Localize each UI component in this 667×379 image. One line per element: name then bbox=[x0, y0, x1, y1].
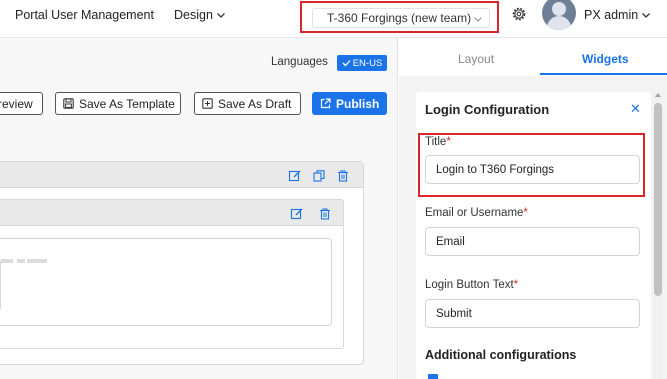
widget-container[interactable] bbox=[0, 199, 344, 349]
chevron-down-icon bbox=[474, 17, 482, 22]
login-widget-preview[interactable] bbox=[0, 238, 332, 326]
design-canvas: Languages EN-US review Save As Template … bbox=[0, 38, 398, 379]
save-as-template-button[interactable]: Save As Template bbox=[55, 92, 181, 115]
nav-portal-user-management[interactable]: Portal User Management bbox=[15, 8, 154, 22]
close-icon[interactable]: ✕ bbox=[630, 101, 641, 117]
panel-tabs: Layout Widgets bbox=[399, 38, 667, 76]
title-input-value: Login to T360 Forgings bbox=[436, 163, 555, 176]
publish-icon bbox=[320, 98, 331, 109]
trash-icon[interactable] bbox=[336, 169, 350, 183]
placeholder-line bbox=[27, 259, 47, 263]
language-badge-label: EN-US bbox=[352, 57, 383, 69]
email-field-label: Email or Username* bbox=[425, 207, 528, 219]
team-select[interactable]: T-360 Forgings (new team) bbox=[312, 8, 490, 28]
nav-design-label: Design bbox=[174, 8, 213, 22]
layout-container[interactable] bbox=[0, 161, 364, 365]
draft-icon bbox=[202, 98, 213, 109]
email-input[interactable]: Email bbox=[425, 227, 640, 256]
checkbox[interactable] bbox=[428, 374, 438, 379]
placeholder-block bbox=[0, 261, 1, 309]
publish-button-label: Publish bbox=[336, 96, 380, 111]
widget-container-header bbox=[0, 200, 343, 226]
additional-configurations-title: Additional configurations bbox=[425, 348, 577, 362]
save-as-draft-label: Save As Draft bbox=[218, 96, 292, 111]
scroll-up-arrow-icon[interactable] bbox=[655, 93, 661, 97]
login-button-text-label: Login Button Text* bbox=[425, 279, 519, 291]
language-badge[interactable]: EN-US bbox=[337, 55, 387, 71]
title-input[interactable]: Login to T360 Forgings bbox=[425, 155, 640, 184]
save-icon bbox=[63, 98, 74, 109]
publish-button[interactable]: Publish bbox=[312, 92, 387, 115]
trash-icon[interactable] bbox=[318, 207, 332, 221]
avatar[interactable] bbox=[542, 0, 576, 30]
preview-button-label: review bbox=[0, 96, 33, 111]
placeholder-line bbox=[17, 259, 25, 263]
title-field-label: Title* bbox=[425, 136, 451, 148]
chevron-down-icon bbox=[642, 13, 651, 18]
copy-icon[interactable] bbox=[312, 169, 326, 183]
login-button-text-input[interactable]: Submit bbox=[425, 299, 640, 328]
chevron-down-icon bbox=[216, 13, 225, 18]
placeholder-line bbox=[1, 259, 13, 263]
save-as-template-label: Save As Template bbox=[79, 96, 175, 111]
check-icon bbox=[342, 60, 351, 67]
tab-layout[interactable]: Layout bbox=[458, 52, 494, 66]
nav-portal-user-management-label: Portal User Management bbox=[15, 8, 154, 22]
preview-button[interactable]: review bbox=[0, 92, 43, 115]
tab-widgets[interactable]: Widgets bbox=[582, 52, 629, 66]
nav-design-menu[interactable]: Design bbox=[174, 8, 226, 22]
languages-label: Languages bbox=[271, 56, 328, 68]
team-select-highlight: T-360 Forgings (new team) bbox=[300, 1, 499, 33]
email-input-value: Email bbox=[436, 235, 465, 248]
edit-icon[interactable] bbox=[290, 207, 304, 221]
user-name: PX admin bbox=[584, 8, 639, 22]
team-select-value: T-360 Forgings (new team) bbox=[327, 11, 472, 25]
top-header: Portal User Management Design T-360 Forg… bbox=[0, 0, 667, 38]
card-title: Login Configuration bbox=[425, 102, 550, 117]
save-as-draft-button[interactable]: Save As Draft bbox=[194, 92, 301, 115]
edit-icon[interactable] bbox=[288, 169, 302, 183]
gear-icon[interactable] bbox=[510, 5, 528, 23]
user-menu[interactable]: PX admin bbox=[584, 8, 651, 22]
active-tab-indicator bbox=[540, 73, 667, 75]
layout-container-header bbox=[0, 162, 363, 188]
scrollbar-thumb[interactable] bbox=[654, 103, 662, 296]
login-button-text-value: Submit bbox=[436, 307, 472, 320]
